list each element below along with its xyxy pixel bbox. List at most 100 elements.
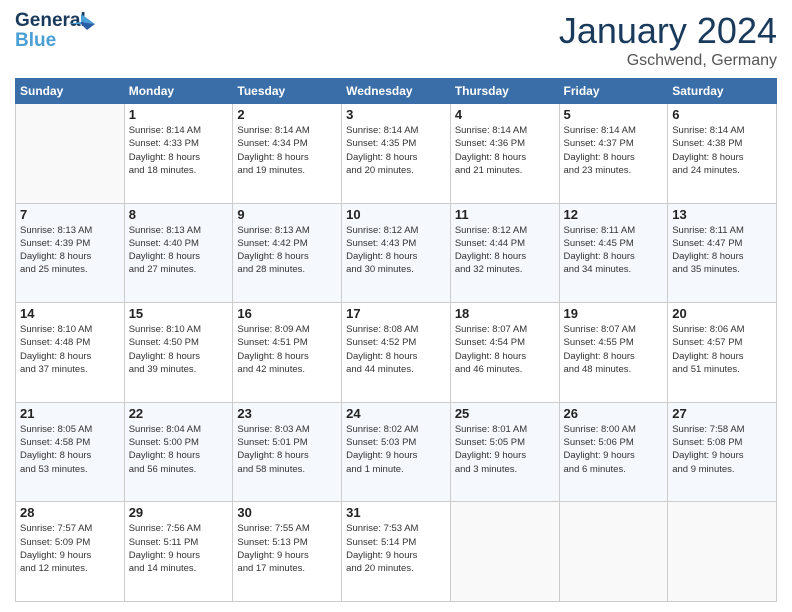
day-number: 24: [346, 406, 446, 421]
day-number: 27: [672, 406, 772, 421]
day-number: 3: [346, 107, 446, 122]
day-number: 11: [455, 207, 555, 222]
day-info: Sunrise: 7:55 AM Sunset: 5:13 PM Dayligh…: [237, 522, 337, 575]
table-row: 16Sunrise: 8:09 AM Sunset: 4:51 PM Dayli…: [233, 303, 342, 403]
page: General Blue January 2024 Gschwend, Germ…: [0, 0, 792, 612]
day-number: 21: [20, 406, 120, 421]
table-row: 28Sunrise: 7:57 AM Sunset: 5:09 PM Dayli…: [16, 502, 125, 602]
table-row: 23 Sunrise: 8:03 AM Sunset: 5:01 PM Dayli…: [233, 402, 342, 502]
day-number: 20: [672, 306, 772, 321]
table-row: 22 Sunrise: 8:04 AM Sunset: 5:00 PM Dayli…: [124, 402, 233, 502]
day-number: 9: [237, 207, 337, 222]
calendar-week-row: 14 Sunrise: 8:10 AM Sunset: 4:48 PM Dayli…: [16, 303, 777, 403]
month-title: January 2024: [559, 10, 777, 52]
day-info: Sunrise: 8:14 AM Sunset: 4:33 PM Dayligh…: [129, 124, 229, 177]
title-area: January 2024 Gschwend, Germany: [559, 10, 777, 70]
day-info: Sunrise: 8:01 AM Sunset: 5:05 PM Dayligh…: [455, 423, 555, 476]
day-number: 6: [672, 107, 772, 122]
table-row: 2 Sunrise: 8:14 AM Sunset: 4:34 PM Daylig…: [233, 104, 342, 204]
day-number: 8: [129, 207, 229, 222]
day-number: 15: [129, 306, 229, 321]
table-row: 1 Sunrise: 8:14 AM Sunset: 4:33 PM Daylig…: [124, 104, 233, 204]
header: General Blue January 2024 Gschwend, Germ…: [15, 10, 777, 70]
table-row: 7Sunrise: 8:13 AM Sunset: 4:39 PM Daylig…: [16, 203, 125, 303]
col-tuesday: Tuesday: [233, 79, 342, 104]
table-row: 5 Sunrise: 8:14 AM Sunset: 4:37 PM Daylig…: [559, 104, 668, 204]
day-info: Sunrise: 8:08 AM Sunset: 4:52 PM Dayligh…: [346, 323, 446, 376]
table-row: 10Sunrise: 8:12 AM Sunset: 4:43 PM Dayli…: [342, 203, 451, 303]
table-row: 8 Sunrise: 8:13 AM Sunset: 4:40 PM Daylig…: [124, 203, 233, 303]
table-row: 20 Sunrise: 8:06 AM Sunset: 4:57 PM Dayli…: [668, 303, 777, 403]
day-info: Sunrise: 8:14 AM Sunset: 4:36 PM Dayligh…: [455, 124, 555, 177]
day-number: 2: [237, 107, 337, 122]
day-info: Sunrise: 8:14 AM Sunset: 4:37 PM Dayligh…: [564, 124, 664, 177]
table-row: 18 Sunrise: 8:07 AM Sunset: 4:54 PM Dayli…: [450, 303, 559, 403]
day-info: Sunrise: 8:05 AM Sunset: 4:58 PM Dayligh…: [20, 423, 120, 476]
col-friday: Friday: [559, 79, 668, 104]
day-info: Sunrise: 8:11 AM Sunset: 4:47 PM Dayligh…: [672, 224, 772, 277]
day-number: 30: [237, 505, 337, 520]
col-sunday: Sunday: [16, 79, 125, 104]
table-row: 29 Sunrise: 7:56 AM Sunset: 5:11 PM Dayli…: [124, 502, 233, 602]
day-info: Sunrise: 8:11 AM Sunset: 4:45 PM Dayligh…: [564, 224, 664, 277]
day-number: 5: [564, 107, 664, 122]
day-info: Sunrise: 8:03 AM Sunset: 5:01 PM Dayligh…: [237, 423, 337, 476]
day-info: Sunrise: 8:10 AM Sunset: 4:50 PM Dayligh…: [129, 323, 229, 376]
day-number: 12: [564, 207, 664, 222]
day-info: Sunrise: 8:13 AM Sunset: 4:40 PM Dayligh…: [129, 224, 229, 277]
day-number: 25: [455, 406, 555, 421]
table-row: 9Sunrise: 8:13 AM Sunset: 4:42 PM Daylig…: [233, 203, 342, 303]
day-info: Sunrise: 8:14 AM Sunset: 4:38 PM Dayligh…: [672, 124, 772, 177]
table-row: 14 Sunrise: 8:10 AM Sunset: 4:48 PM Dayli…: [16, 303, 125, 403]
logo: General Blue: [15, 10, 85, 55]
location: Gschwend, Germany: [559, 52, 777, 70]
day-info: Sunrise: 7:56 AM Sunset: 5:11 PM Dayligh…: [129, 522, 229, 575]
col-monday: Monday: [124, 79, 233, 104]
table-row: 17 Sunrise: 8:08 AM Sunset: 4:52 PM Dayli…: [342, 303, 451, 403]
day-info: Sunrise: 8:07 AM Sunset: 4:55 PM Dayligh…: [564, 323, 664, 376]
table-row: 19Sunrise: 8:07 AM Sunset: 4:55 PM Dayli…: [559, 303, 668, 403]
calendar-week-row: 1 Sunrise: 8:14 AM Sunset: 4:33 PM Daylig…: [16, 104, 777, 204]
day-number: 22: [129, 406, 229, 421]
day-info: Sunrise: 7:58 AM Sunset: 5:08 PM Dayligh…: [672, 423, 772, 476]
table-row: 4 Sunrise: 8:14 AM Sunset: 4:36 PM Daylig…: [450, 104, 559, 204]
calendar-week-row: 21 Sunrise: 8:05 AM Sunset: 4:58 PM Dayli…: [16, 402, 777, 502]
table-row: [16, 104, 125, 204]
col-saturday: Saturday: [668, 79, 777, 104]
day-number: 14: [20, 306, 120, 321]
day-info: Sunrise: 8:06 AM Sunset: 4:57 PM Dayligh…: [672, 323, 772, 376]
day-number: 1: [129, 107, 229, 122]
day-number: 4: [455, 107, 555, 122]
day-info: Sunrise: 8:14 AM Sunset: 4:34 PM Dayligh…: [237, 124, 337, 177]
day-number: 16: [237, 306, 337, 321]
calendar-week-row: 28Sunrise: 7:57 AM Sunset: 5:09 PM Dayli…: [16, 502, 777, 602]
day-info: Sunrise: 8:02 AM Sunset: 5:03 PM Dayligh…: [346, 423, 446, 476]
day-info: Sunrise: 7:57 AM Sunset: 5:09 PM Dayligh…: [20, 522, 120, 575]
day-info: Sunrise: 8:14 AM Sunset: 4:35 PM Dayligh…: [346, 124, 446, 177]
day-info: Sunrise: 8:12 AM Sunset: 4:43 PM Dayligh…: [346, 224, 446, 277]
table-row: 31Sunrise: 7:53 AM Sunset: 5:14 PM Dayli…: [342, 502, 451, 602]
table-row: [668, 502, 777, 602]
day-number: 18: [455, 306, 555, 321]
table-row: 15 Sunrise: 8:10 AM Sunset: 4:50 PM Dayli…: [124, 303, 233, 403]
calendar-week-row: 7Sunrise: 8:13 AM Sunset: 4:39 PM Daylig…: [16, 203, 777, 303]
day-info: Sunrise: 8:10 AM Sunset: 4:48 PM Dayligh…: [20, 323, 120, 376]
day-info: Sunrise: 8:13 AM Sunset: 4:39 PM Dayligh…: [20, 224, 120, 277]
table-row: 30 Sunrise: 7:55 AM Sunset: 5:13 PM Dayli…: [233, 502, 342, 602]
day-number: 29: [129, 505, 229, 520]
day-info: Sunrise: 8:07 AM Sunset: 4:54 PM Dayligh…: [455, 323, 555, 376]
day-number: 23: [237, 406, 337, 421]
day-info: Sunrise: 8:00 AM Sunset: 5:06 PM Dayligh…: [564, 423, 664, 476]
table-row: 6 Sunrise: 8:14 AM Sunset: 4:38 PM Daylig…: [668, 104, 777, 204]
table-row: 25 Sunrise: 8:01 AM Sunset: 5:05 PM Dayli…: [450, 402, 559, 502]
day-info: Sunrise: 8:04 AM Sunset: 5:00 PM Dayligh…: [129, 423, 229, 476]
day-number: 26: [564, 406, 664, 421]
calendar-table: Sunday Monday Tuesday Wednesday Thursday…: [15, 78, 777, 602]
day-number: 17: [346, 306, 446, 321]
day-number: 13: [672, 207, 772, 222]
col-wednesday: Wednesday: [342, 79, 451, 104]
calendar-header-row: Sunday Monday Tuesday Wednesday Thursday…: [16, 79, 777, 104]
table-row: 24 Sunrise: 8:02 AM Sunset: 5:03 PM Dayli…: [342, 402, 451, 502]
table-row: [559, 502, 668, 602]
col-thursday: Thursday: [450, 79, 559, 104]
